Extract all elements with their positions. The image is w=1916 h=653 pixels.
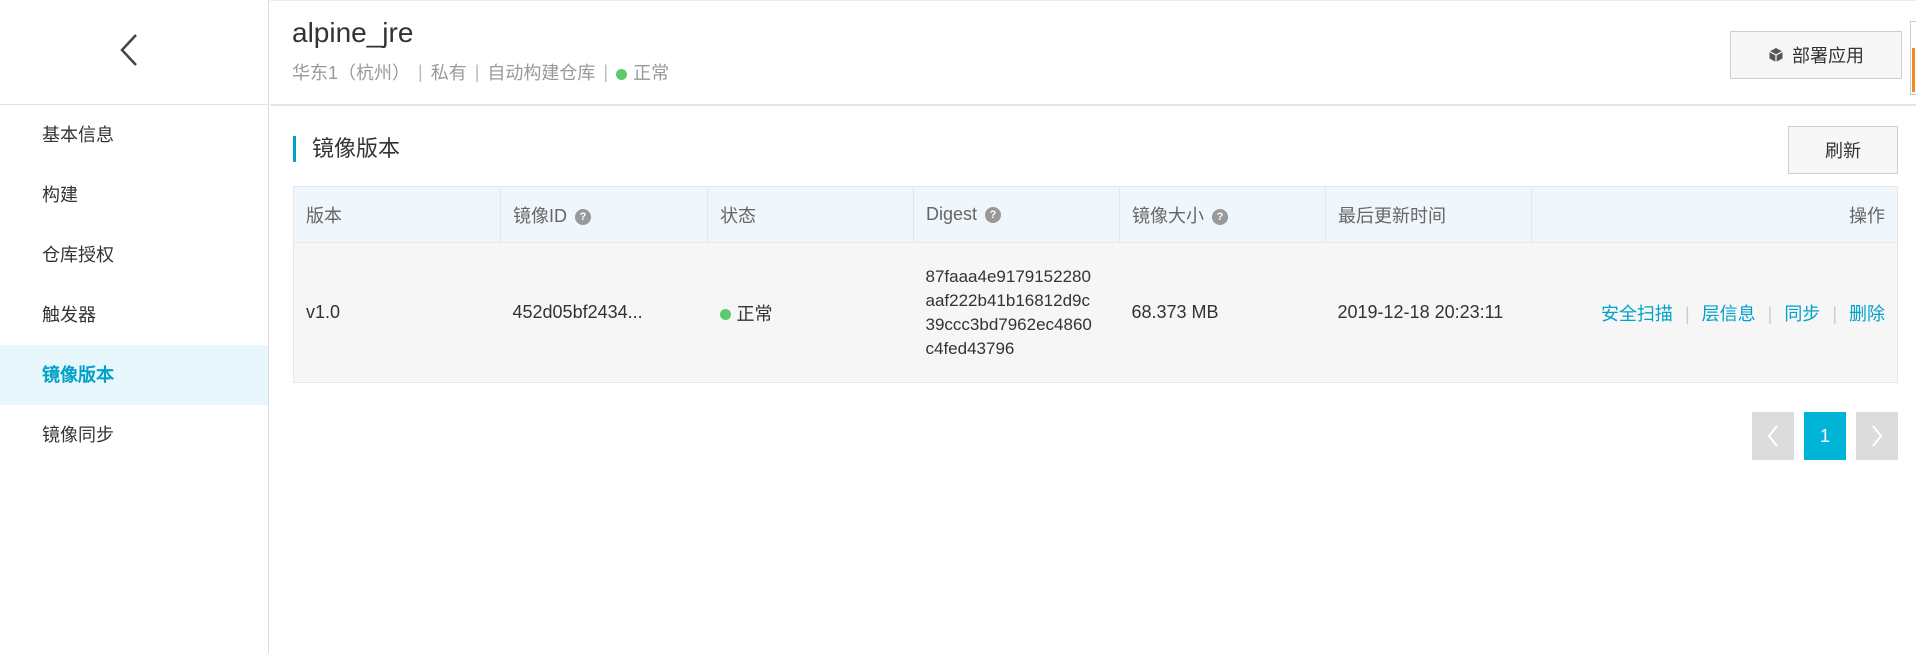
section-title: 镜像版本: [293, 136, 400, 162]
cell-status: 正常: [708, 243, 914, 383]
chevron-left-icon: [1767, 425, 1778, 447]
col-size: 镜像大小?: [1119, 186, 1326, 243]
sidebar-item-triggers[interactable]: 触发器: [0, 285, 268, 345]
digest-line: aaf222b41b16812d9c: [925, 290, 1091, 310]
col-version: 版本: [293, 186, 501, 243]
repo-type: 自动构建仓库: [487, 63, 596, 83]
cell-image-id: 452d05bf2434...: [512, 302, 643, 322]
status-dot-icon: [616, 68, 628, 80]
sidebar-item-image-sync[interactable]: 镜像同步: [0, 405, 268, 465]
col-digest: Digest?: [913, 186, 1120, 243]
help-icon[interactable]: ?: [1212, 208, 1228, 225]
chevron-right-icon: [1872, 425, 1883, 447]
sync-link[interactable]: 同步: [1784, 304, 1820, 324]
cell-size: 68.373 MB: [1131, 302, 1219, 322]
cell-updated: 2019-12-18 20:23:11: [1337, 302, 1504, 322]
repo-visibility: 私有: [430, 63, 467, 83]
repo-header: alpine_jre 华东1（杭州） | 私有 | 自动构建仓库 | 正常 部署…: [270, 0, 1916, 106]
chevron-left-icon[interactable]: [118, 32, 140, 68]
col-image-id-label: 镜像ID: [513, 205, 567, 226]
prev-page-button[interactable]: [1752, 412, 1794, 460]
sidebar-item-basic-info[interactable]: 基本信息: [0, 105, 268, 165]
layer-info-link[interactable]: 层信息: [1702, 304, 1756, 324]
col-updated: 最后更新时间: [1325, 186, 1532, 243]
meta-separator: |: [418, 61, 423, 82]
help-icon[interactable]: ?: [985, 207, 1002, 224]
col-size-label: 镜像大小: [1132, 205, 1204, 226]
table-header-row: 版本 镜像ID? 状态 Digest? 镜像大小? 最后更新时间 操作: [293, 186, 1898, 243]
op-separator: |: [1767, 303, 1773, 324]
cell-version: v1.0: [306, 302, 341, 322]
meta-separator: |: [603, 61, 609, 82]
cell-actions: 安全扫描 | 层信息 | 同步 | 删除: [1532, 243, 1898, 383]
digest-line: 87faaa4e9179152280: [925, 266, 1091, 286]
page-title: alpine_jre: [292, 17, 414, 48]
col-image-id: 镜像ID?: [500, 186, 708, 243]
digest-line: 39ccc3bd7962ec4860: [925, 314, 1092, 334]
delete-link[interactable]: 删除: [1849, 304, 1885, 324]
cube-icon: [1769, 48, 1783, 62]
cell-status-text: 正常: [736, 303, 773, 324]
sidebar-item-repo-auth[interactable]: 仓库授权: [0, 225, 268, 285]
col-status-label: 状态: [720, 205, 756, 226]
repo-meta: 华东1（杭州） | 私有 | 自动构建仓库 | 正常: [292, 59, 669, 85]
col-updated-label: 最后更新时间: [1338, 205, 1446, 226]
security-scan-link[interactable]: 安全扫描: [1601, 304, 1673, 324]
pagination: 1: [1752, 412, 1898, 460]
sidebar-item-image-versions[interactable]: 镜像版本: [0, 345, 268, 405]
next-page-button[interactable]: [1856, 412, 1898, 460]
repo-status-text: 正常: [633, 63, 670, 83]
status-dot-icon: [719, 309, 731, 321]
col-status: 状态: [707, 186, 914, 243]
col-digest-label: Digest: [926, 204, 978, 224]
col-version-label: 版本: [306, 205, 342, 226]
op-separator: |: [1684, 303, 1690, 324]
cell-digest: 87faaa4e9179152280 aaf222b41b16812d9c 39…: [914, 243, 1120, 383]
help-icon[interactable]: ?: [575, 208, 591, 225]
meta-separator: |: [474, 61, 480, 82]
page-number-button[interactable]: 1: [1804, 412, 1846, 460]
image-version-table: 版本 镜像ID? 状态 Digest? 镜像大小? 最后更新时间 操作 v1.0…: [293, 186, 1898, 383]
deploy-app-button[interactable]: 部署应用: [1730, 31, 1902, 79]
sidebar: 基本信息 构建 仓库授权 触发器 镜像版本 镜像同步: [0, 0, 269, 653]
side-scroll-handle[interactable]: [1910, 21, 1916, 95]
deploy-app-label: 部署应用: [1792, 46, 1864, 66]
table-row: v1.0 452d05bf2434... 正常 87faaa4e91791522…: [293, 242, 1898, 383]
section-header: 镜像版本 刷新: [293, 106, 1898, 186]
refresh-button[interactable]: 刷新: [1788, 126, 1898, 174]
digest-line: c4fed43796: [925, 338, 1015, 358]
col-actions-label: 操作: [1849, 205, 1885, 226]
repo-region: 华东1（杭州）: [292, 63, 411, 83]
sidebar-item-build[interactable]: 构建: [0, 165, 268, 225]
op-separator: |: [1832, 303, 1837, 324]
back-area: [0, 0, 268, 105]
main-content: 镜像版本 刷新 版本 镜像ID? 状态 Digest? 镜像大小? 最后更新时间…: [293, 106, 1898, 460]
col-actions: 操作: [1531, 186, 1898, 243]
repo-status: 正常: [616, 59, 669, 85]
